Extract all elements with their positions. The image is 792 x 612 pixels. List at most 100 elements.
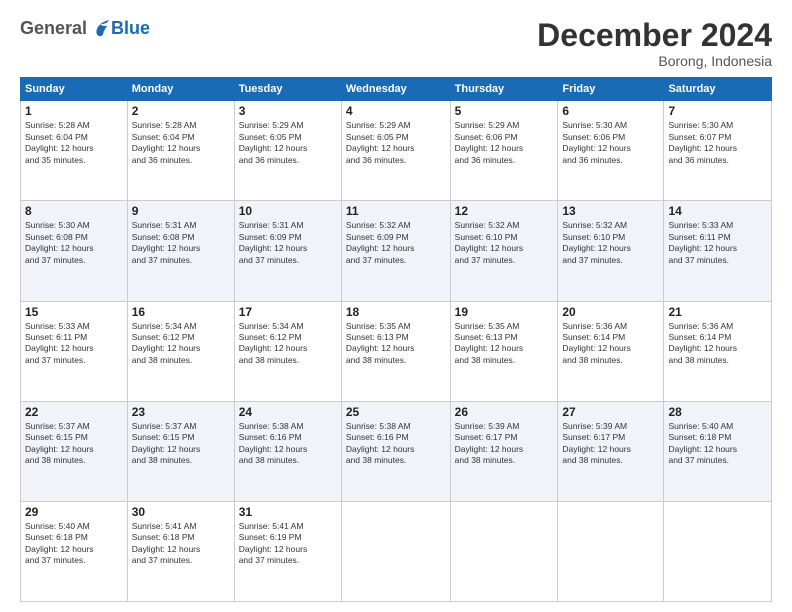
calendar-table: Sunday Monday Tuesday Wednesday Thursday… [20,77,772,602]
table-row: 2Sunrise: 5:28 AMSunset: 6:04 PMDaylight… [127,101,234,201]
day-number: 4 [346,104,446,118]
logo-text: General Blue [20,18,150,39]
day-info: Sunrise: 5:36 AMSunset: 6:14 PMDaylight:… [562,321,659,367]
day-info: Sunrise: 5:34 AMSunset: 6:12 PMDaylight:… [239,321,337,367]
calendar-week-row: 29Sunrise: 5:40 AMSunset: 6:18 PMDayligh… [21,501,772,601]
col-friday: Friday [558,78,664,101]
table-row: 17 Sunrise: 5:34 AMSunset: 6:12 PMDayligh… [234,301,341,401]
day-number: 21 [668,305,767,319]
day-number: 20 [562,305,659,319]
day-info: Sunrise: 5:37 AMSunset: 6:15 PMDaylight:… [25,421,123,467]
day-info: Sunrise: 5:40 AMSunset: 6:18 PMDaylight:… [668,421,767,467]
day-info: Sunrise: 5:37 AMSunset: 6:15 PMDaylight:… [132,421,230,467]
logo-blue: Blue [111,18,150,39]
day-info: Sunrise: 5:30 AMSunset: 6:07 PMDaylight:… [668,120,767,166]
table-row: 1 Sunrise: 5:28 AMSunset: 6:04 PMDaylight… [21,101,128,201]
title-block: December 2024 Borong, Indonesia [537,18,772,69]
day-number: 13 [562,204,659,218]
table-row: 13 Sunrise: 5:32 AMSunset: 6:10 PMDayligh… [558,201,664,301]
table-row: 31 Sunrise: 5:41 AMSunset: 6:19 PMDayligh… [234,501,341,601]
col-saturday: Saturday [664,78,772,101]
table-row: 25Sunrise: 5:38 AMSunset: 6:16 PMDayligh… [341,401,450,501]
table-row [664,501,772,601]
day-info: Sunrise: 5:29 AMSunset: 6:06 PMDaylight:… [455,120,554,166]
day-info: Sunrise: 5:28 AMSunset: 6:04 PMDaylight:… [132,120,230,166]
table-row: 9 Sunrise: 5:31 AMSunset: 6:08 PMDaylight… [127,201,234,301]
table-row: 20 Sunrise: 5:36 AMSunset: 6:14 PMDayligh… [558,301,664,401]
day-number: 6 [562,104,659,118]
col-tuesday: Tuesday [234,78,341,101]
day-info: Sunrise: 5:32 AMSunset: 6:10 PMDaylight:… [562,220,659,266]
table-row: 5 Sunrise: 5:29 AMSunset: 6:06 PMDaylight… [450,101,558,201]
day-number: 5 [455,104,554,118]
calendar-week-row: 15Sunrise: 5:33 AMSunset: 6:11 PMDayligh… [21,301,772,401]
day-info: Sunrise: 5:30 AMSunset: 6:06 PMDaylight:… [562,120,659,166]
table-row: 19 Sunrise: 5:35 AMSunset: 6:13 PMDayligh… [450,301,558,401]
day-number: 25 [346,405,446,419]
table-row: 21 Sunrise: 5:36 AMSunset: 6:14 PMDayligh… [664,301,772,401]
day-info: Sunrise: 5:34 AMSunset: 6:12 PMDaylight:… [132,321,230,367]
day-number: 7 [668,104,767,118]
table-row: 26 Sunrise: 5:39 AMSunset: 6:17 PMDayligh… [450,401,558,501]
day-info: Sunrise: 5:32 AMSunset: 6:09 PMDaylight:… [346,220,446,266]
day-number: 23 [132,405,230,419]
day-info: Sunrise: 5:39 AMSunset: 6:17 PMDaylight:… [455,421,554,467]
header: General Blue December 2024 Borong, Indon… [20,18,772,69]
day-info: Sunrise: 5:33 AMSunset: 6:11 PMDaylight:… [25,321,123,367]
table-row: 18 Sunrise: 5:35 AMSunset: 6:13 PMDayligh… [341,301,450,401]
table-row: 22 Sunrise: 5:37 AMSunset: 6:15 PMDayligh… [21,401,128,501]
day-info: Sunrise: 5:41 AMSunset: 6:19 PMDaylight:… [239,521,337,567]
day-number: 18 [346,305,446,319]
page: General Blue December 2024 Borong, Indon… [0,0,792,612]
day-number: 19 [455,305,554,319]
table-row: 23 Sunrise: 5:37 AMSunset: 6:15 PMDayligh… [127,401,234,501]
table-row: 28 Sunrise: 5:40 AMSunset: 6:18 PMDayligh… [664,401,772,501]
table-row [558,501,664,601]
day-info: Sunrise: 5:29 AMSunset: 6:05 PMDaylight:… [239,120,337,166]
col-monday: Monday [127,78,234,101]
day-info: Sunrise: 5:38 AMSunset: 6:16 PMDaylight:… [239,421,337,467]
day-info: Sunrise: 5:35 AMSunset: 6:13 PMDaylight:… [346,321,446,367]
day-number: 28 [668,405,767,419]
table-row: 24Sunrise: 5:38 AMSunset: 6:16 PMDayligh… [234,401,341,501]
table-row: 27Sunrise: 5:39 AMSunset: 6:17 PMDayligh… [558,401,664,501]
day-number: 3 [239,104,337,118]
day-number: 11 [346,204,446,218]
day-number: 22 [25,405,123,419]
logo-general: General [20,18,87,39]
day-info: Sunrise: 5:31 AMSunset: 6:08 PMDaylight:… [132,220,230,266]
table-row: 10Sunrise: 5:31 AMSunset: 6:09 PMDayligh… [234,201,341,301]
day-number: 17 [239,305,337,319]
table-row: 29Sunrise: 5:40 AMSunset: 6:18 PMDayligh… [21,501,128,601]
day-info: Sunrise: 5:29 AMSunset: 6:05 PMDaylight:… [346,120,446,166]
logo: General Blue [20,18,150,39]
col-thursday: Thursday [450,78,558,101]
table-row [450,501,558,601]
calendar-week-row: 1 Sunrise: 5:28 AMSunset: 6:04 PMDaylight… [21,101,772,201]
day-info: Sunrise: 5:39 AMSunset: 6:17 PMDaylight:… [562,421,659,467]
table-row: 15Sunrise: 5:33 AMSunset: 6:11 PMDayligh… [21,301,128,401]
col-sunday: Sunday [21,78,128,101]
day-number: 1 [25,104,123,118]
table-row: 8Sunrise: 5:30 AMSunset: 6:08 PMDaylight… [21,201,128,301]
calendar-week-row: 22 Sunrise: 5:37 AMSunset: 6:15 PMDayligh… [21,401,772,501]
calendar-header-row: Sunday Monday Tuesday Wednesday Thursday… [21,78,772,101]
day-info: Sunrise: 5:35 AMSunset: 6:13 PMDaylight:… [455,321,554,367]
table-row: 30Sunrise: 5:41 AMSunset: 6:18 PMDayligh… [127,501,234,601]
day-number: 31 [239,505,337,519]
day-number: 26 [455,405,554,419]
day-number: 16 [132,305,230,319]
month-title: December 2024 [537,18,772,53]
table-row: 16 Sunrise: 5:34 AMSunset: 6:12 PMDayligh… [127,301,234,401]
logo-bird-icon [89,20,111,38]
day-info: Sunrise: 5:36 AMSunset: 6:14 PMDaylight:… [668,321,767,367]
day-info: Sunrise: 5:41 AMSunset: 6:18 PMDaylight:… [132,521,230,567]
day-number: 9 [132,204,230,218]
table-row: 3 Sunrise: 5:29 AMSunset: 6:05 PMDaylight… [234,101,341,201]
table-row [341,501,450,601]
day-number: 29 [25,505,123,519]
day-number: 12 [455,204,554,218]
day-info: Sunrise: 5:30 AMSunset: 6:08 PMDaylight:… [25,220,123,266]
table-row: 6 Sunrise: 5:30 AMSunset: 6:06 PMDaylight… [558,101,664,201]
day-info: Sunrise: 5:28 AMSunset: 6:04 PMDaylight:… [25,120,123,166]
